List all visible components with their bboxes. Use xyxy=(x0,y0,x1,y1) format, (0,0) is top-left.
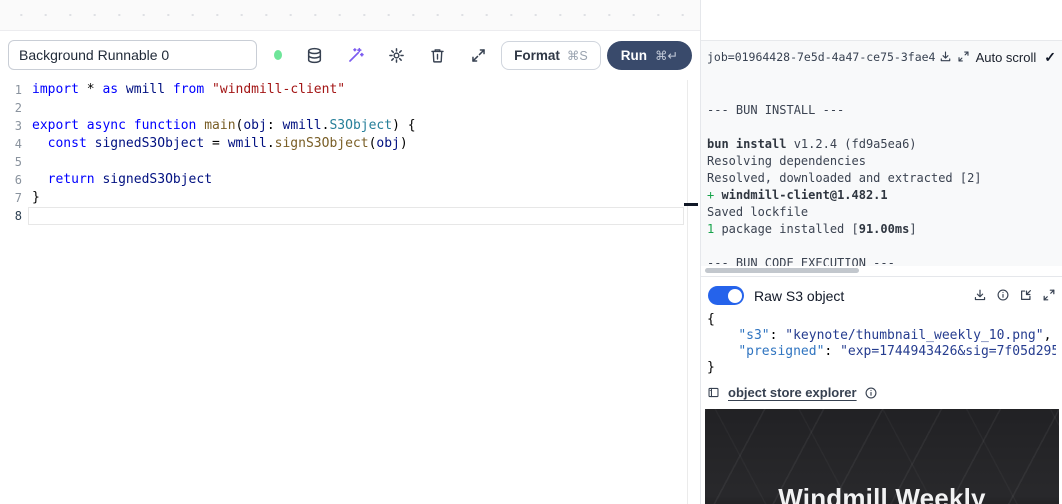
object-store-explorer-link[interactable]: object store explorer xyxy=(728,385,857,400)
editor-toolbar: Format ⌘S Run ⌘↵ xyxy=(0,31,700,79)
script-editor-panel: Format ⌘S Run ⌘↵ 12345678 import * as wm… xyxy=(0,0,700,504)
runnable-name-input[interactable] xyxy=(8,40,257,70)
canvas-dotted-background xyxy=(0,0,700,31)
s3-image-preview: Windmill Weekly xyxy=(705,409,1059,504)
trash-icon[interactable] xyxy=(428,46,446,64)
drawer-panel-icon xyxy=(707,386,721,400)
auto-scroll-label: Auto scroll xyxy=(976,50,1037,65)
download-log-icon[interactable] xyxy=(939,50,953,64)
preview-image-title: Windmill Weekly xyxy=(705,483,1059,504)
run-button-label: Run xyxy=(621,48,647,63)
fullscreen-result-icon[interactable] xyxy=(1042,288,1056,302)
format-button[interactable]: Format ⌘S xyxy=(501,41,601,70)
result-json-output: { "s3": "keynote/thumbnail_weekly_10.png… xyxy=(707,312,1056,376)
job-log-section[interactable]: job=01964428-7e5d-4a47-ce75-3fae4 Auto s… xyxy=(701,40,1062,266)
download-result-icon[interactable] xyxy=(973,288,987,302)
auto-scroll-checkbox[interactable]: ✓ xyxy=(1044,49,1056,66)
log-horizontal-scrollbar xyxy=(701,266,1062,276)
settings-gear-icon[interactable] xyxy=(387,46,405,64)
info-icon[interactable] xyxy=(996,288,1010,302)
panel-divider xyxy=(701,276,1062,277)
toggle-knob xyxy=(728,289,742,303)
code-content[interactable]: import * as wmill from "windmill-client"… xyxy=(32,81,416,225)
code-editor[interactable]: 12345678 import * as wmill from "windmil… xyxy=(0,80,700,504)
run-button[interactable]: Run ⌘↵ xyxy=(607,41,692,70)
raw-s3-toggle-label: Raw S3 object xyxy=(754,288,844,304)
job-id-text: job=01964428-7e5d-4a47-ce75-3fae4 xyxy=(707,50,935,64)
format-button-label: Format xyxy=(514,48,560,63)
log-output: --- BUN INSTALL --- bun install v1.2.4 (… xyxy=(707,103,1056,266)
auto-scroll-control: Auto scroll ✓ xyxy=(976,49,1056,66)
result-actions xyxy=(973,288,1056,302)
log-header: job=01964428-7e5d-4a47-ce75-3fae4 Auto s… xyxy=(707,47,1056,67)
explorer-info-icon[interactable] xyxy=(864,386,878,400)
status-dot-icon xyxy=(274,50,282,60)
run-shortcut: ⌘↵ xyxy=(655,48,678,63)
expand-diagonal-icon[interactable] xyxy=(469,46,487,64)
raw-s3-toggle[interactable] xyxy=(708,286,744,305)
line-numbers: 12345678 xyxy=(0,81,22,225)
job-output-panel: job=01964428-7e5d-4a47-ce75-3fae4 Auto s… xyxy=(700,0,1062,504)
overview-ruler xyxy=(687,80,688,504)
panel-top-spacer xyxy=(701,0,1062,40)
open-in-drawer-icon[interactable] xyxy=(1019,288,1033,302)
ai-wand-icon[interactable] xyxy=(346,46,364,64)
format-shortcut: ⌘S xyxy=(567,48,588,63)
object-store-explorer-row: object store explorer xyxy=(707,385,1056,400)
result-section: Raw S3 object { "s3": "keynote/thumbnail… xyxy=(701,286,1062,504)
expand-log-icon[interactable] xyxy=(957,50,971,64)
app-root: Format ⌘S Run ⌘↵ 12345678 import * as wm… xyxy=(0,0,1062,504)
scrollbar-thumb[interactable] xyxy=(705,268,859,273)
overview-cursor-mark xyxy=(684,203,698,206)
database-icon[interactable] xyxy=(305,46,323,64)
